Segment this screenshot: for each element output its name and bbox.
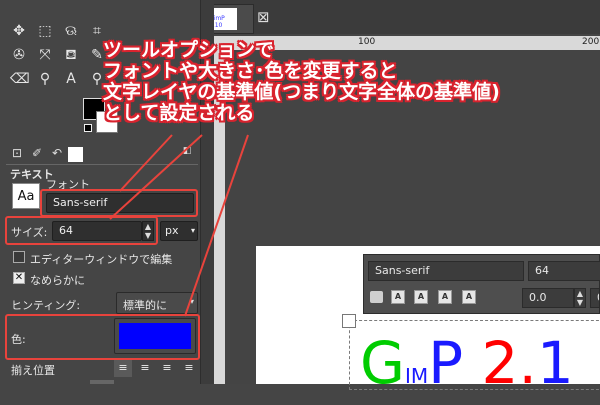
annotation-line-4: として設定される	[103, 102, 255, 124]
annotation-text: ツールオプションで フォントや大きさ･色を変更すると 文字レイヤの基準値(つまり…	[103, 40, 500, 124]
annotation-line-3: 文字レイヤの基準値(つまり文字全体の基準値)	[103, 81, 500, 103]
annotation-line-2: フォントや大きさ･色を変更すると	[103, 60, 398, 82]
leader-size	[109, 134, 203, 220]
leader-font	[119, 134, 173, 192]
annotation-line-1: ツールオプションで	[103, 39, 275, 61]
leader-color	[184, 134, 249, 317]
